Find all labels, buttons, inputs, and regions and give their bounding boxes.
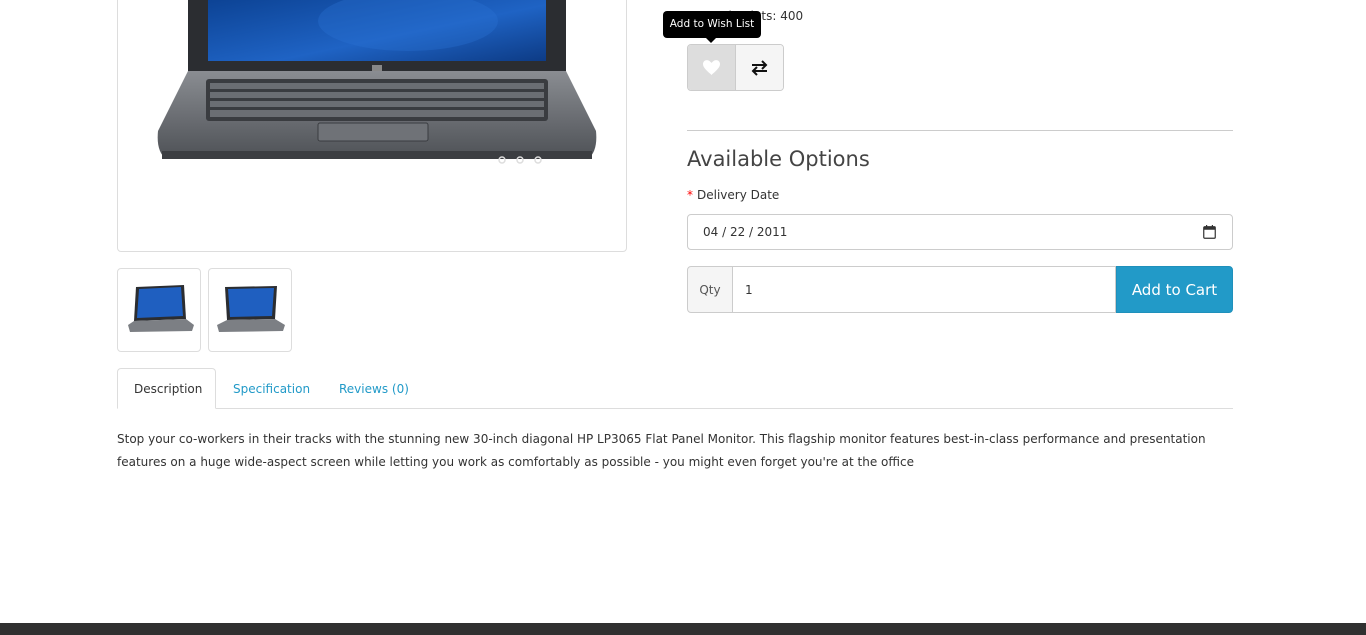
laptop-thumbnail-image: [217, 286, 285, 332]
add-to-wishlist-button[interactable]: [688, 45, 736, 90]
product-tabs: Description Specification Reviews (0): [117, 368, 1233, 409]
heart-icon: [702, 60, 720, 75]
wishlist-tooltip: Add to Wish List: [663, 11, 761, 38]
product-description: Stop your co-workers in their tracks wit…: [117, 432, 1206, 469]
options-divider: [687, 130, 1233, 131]
compare-button[interactable]: [735, 45, 783, 90]
tab-reviews[interactable]: Reviews (0): [323, 368, 425, 409]
tooltip-arrow: [706, 38, 716, 43]
product-action-buttons: [687, 44, 784, 91]
tab-description[interactable]: Description: [117, 368, 216, 409]
add-to-cart-button[interactable]: Add to Cart: [1116, 266, 1233, 313]
qty-label: Qty: [687, 266, 733, 313]
delivery-date-value: 04 / 22 / 2011: [703, 225, 788, 239]
qty-input[interactable]: 1: [733, 266, 1116, 313]
delivery-date-label: * Delivery Date: [687, 188, 779, 202]
product-thumbnail-2[interactable]: [208, 268, 292, 352]
footer: [0, 623, 1366, 635]
quantity-cart-group: Qty 1 Add to Cart: [687, 266, 1233, 313]
delivery-date-input[interactable]: 04 / 22 / 2011: [687, 214, 1233, 250]
delivery-date-label-text: Delivery Date: [697, 188, 780, 202]
laptop-image: [157, 0, 597, 164]
available-options-title: Available Options: [687, 147, 870, 171]
product-thumbnail-1[interactable]: [117, 268, 201, 352]
laptop-thumbnail-image: [128, 285, 194, 332]
tab-specification[interactable]: Specification: [217, 368, 326, 409]
required-marker: *: [687, 188, 693, 202]
exchange-icon: [751, 59, 768, 76]
product-main-image[interactable]: [117, 0, 627, 252]
calendar-icon[interactable]: [1203, 225, 1216, 239]
